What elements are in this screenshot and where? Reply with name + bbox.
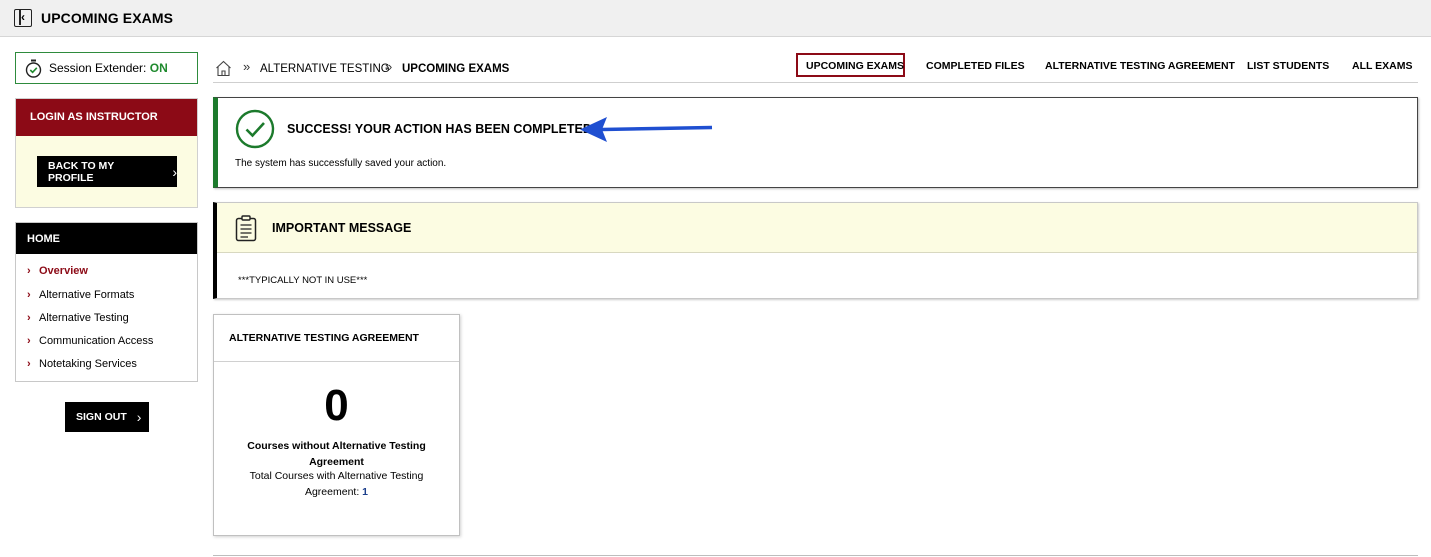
breadcrumb-alternative-testing[interactable]: ALTERNATIVE TESTING xyxy=(260,63,390,75)
tab-all-exams[interactable]: ALL EXAMS xyxy=(1352,60,1412,72)
tab-upcoming-exams[interactable]: UPCOMING EXAMS xyxy=(796,53,905,77)
sidebar-nav: HOME › Overview › Alternative Formats › Alt… xyxy=(15,222,198,382)
sidebar-item-label: Alternative Testing xyxy=(39,312,129,324)
stopwatch-check-icon xyxy=(25,59,42,78)
sidebar-item-label: Notetaking Services xyxy=(39,358,137,370)
chevron-right-icon: › xyxy=(136,409,142,425)
tab-list-students[interactable]: LIST STUDENTS xyxy=(1247,60,1329,72)
login-as-instructor-heading: LOGIN AS INSTRUCTOR xyxy=(16,99,197,136)
blue-arrow-icon xyxy=(580,117,713,142)
session-extender[interactable]: Session Extender: ON xyxy=(15,52,198,84)
page-title: UPCOMING EXAMS xyxy=(41,10,174,26)
chevron-right-icon: › xyxy=(27,335,31,347)
breadcrumb-separator-icon: » xyxy=(385,59,393,74)
card-total-value[interactable]: 1 xyxy=(362,486,368,498)
card-title: ALTERNATIVE TESTING AGREEMENT xyxy=(214,315,459,362)
sidebar-item-alternative-testing[interactable]: › Alternative Testing xyxy=(27,312,129,324)
chevron-right-icon: › xyxy=(27,265,31,277)
breadcrumb-separator-icon: » xyxy=(243,59,251,74)
important-message-panel: IMPORTANT MESSAGE ***TYPICALLY NOT IN US… xyxy=(213,202,1418,299)
session-extender-status: ON xyxy=(149,61,168,75)
sidebar-item-label: Overview xyxy=(39,265,88,277)
card-count: 0 xyxy=(324,381,349,430)
alternative-testing-agreement-card: ALTERNATIVE TESTING AGREEMENT 0 Courses … xyxy=(213,314,460,536)
login-as-instructor-panel: LOGIN AS INSTRUCTOR BACK TO MY PROFILE › xyxy=(15,98,198,208)
card-total-label: Total Courses with Alternative Testing A… xyxy=(249,470,424,498)
sidebar-item-overview[interactable]: › Overview xyxy=(27,265,88,277)
chevron-right-icon: › xyxy=(27,358,31,370)
tab-alternative-testing-agreement[interactable]: ALTERNATIVE TESTING AGREEMENT xyxy=(1045,60,1235,72)
session-extender-label: Session Extender: xyxy=(49,61,147,75)
chevron-right-icon: › xyxy=(27,312,31,324)
card-count-label: Courses without Alternative Testing Agre… xyxy=(247,440,426,468)
sidebar-item-label: Communication Access xyxy=(39,335,154,347)
important-message-body: ***TYPICALLY NOT IN USE*** xyxy=(238,275,368,286)
sidebar-item-notetaking-services[interactable]: › Notetaking Services xyxy=(27,358,137,370)
sidebar-nav-heading[interactable]: HOME xyxy=(16,223,197,254)
check-circle-icon xyxy=(235,109,275,149)
breadcrumb-current: UPCOMING EXAMS xyxy=(402,63,510,75)
home-icon[interactable] xyxy=(215,60,232,77)
important-message-title: IMPORTANT MESSAGE xyxy=(272,221,412,235)
success-message: The system has successfully saved your a… xyxy=(235,158,447,169)
top-bar: ‹ UPCOMING EXAMS xyxy=(0,0,1431,37)
success-alert: SUCCESS! YOUR ACTION HAS BEEN COMPLETED … xyxy=(213,97,1418,188)
card-total: Total Courses with Alternative Testing A… xyxy=(239,468,434,500)
sidebar-collapse-icon[interactable]: ‹ xyxy=(14,9,32,27)
chevron-right-icon: › xyxy=(172,163,177,180)
sidebar-item-alternative-formats[interactable]: › Alternative Formats xyxy=(27,289,134,301)
sidebar-item-label: Alternative Formats xyxy=(39,289,135,301)
divider xyxy=(213,555,1418,556)
important-message-header: IMPORTANT MESSAGE xyxy=(217,203,1417,253)
divider xyxy=(213,82,1418,83)
clipboard-icon xyxy=(235,215,257,242)
sign-out-label: SIGN OUT xyxy=(76,411,127,423)
sidebar-item-communication-access[interactable]: › Communication Access xyxy=(27,335,153,347)
back-to-my-profile-button[interactable]: BACK TO MY PROFILE › xyxy=(37,156,177,187)
sign-out-button[interactable]: SIGN OUT › xyxy=(65,402,149,432)
back-to-my-profile-label: BACK TO MY PROFILE xyxy=(48,159,115,184)
chevron-right-icon: › xyxy=(27,289,31,301)
success-title: SUCCESS! YOUR ACTION HAS BEEN COMPLETED xyxy=(287,122,592,136)
tab-completed-files[interactable]: COMPLETED FILES xyxy=(926,60,1025,72)
